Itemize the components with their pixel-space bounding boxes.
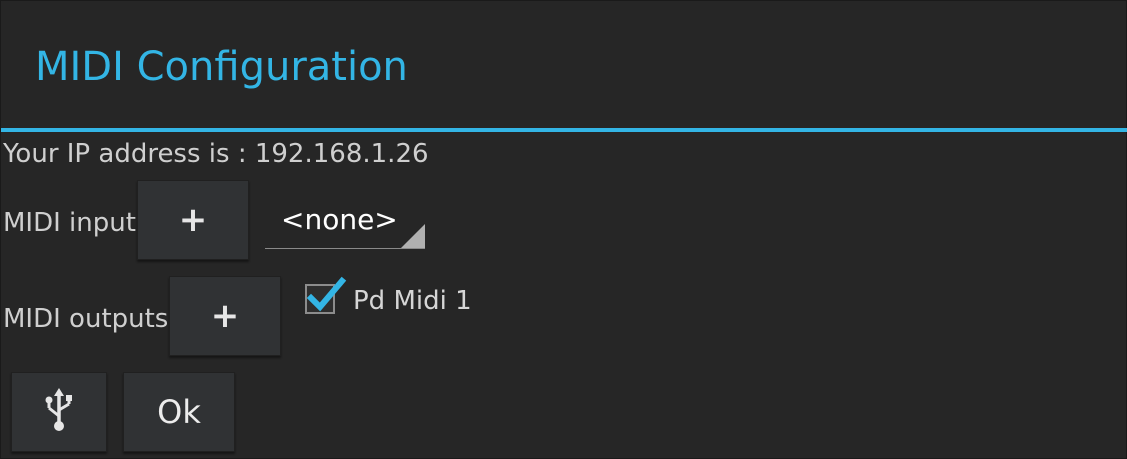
- dropdown-corner-arrow-icon: [401, 224, 425, 248]
- usb-button[interactable]: [11, 372, 107, 452]
- add-midi-output-button[interactable]: +: [169, 276, 281, 356]
- midi-configuration-dialog: MIDI Configuration Your IP address is : …: [0, 0, 1127, 459]
- midi-input-dropdown[interactable]: <none>: [265, 197, 425, 249]
- ok-button[interactable]: Ok: [123, 372, 235, 452]
- title-divider: [1, 128, 1127, 132]
- pd-midi-1-label: Pd Midi 1: [353, 286, 472, 316]
- add-midi-output-button-label: +: [210, 296, 240, 336]
- dialog-title: MIDI Configuration: [35, 44, 408, 90]
- midi-outputs-label: MIDI outputs: [3, 304, 169, 334]
- add-midi-input-button-label: +: [178, 200, 208, 240]
- pd-midi-1-checkbox[interactable]: [305, 276, 347, 314]
- usb-icon: [42, 388, 76, 436]
- midi-input-selected-value: <none>: [281, 203, 398, 236]
- midi-input-label: MIDI input: [3, 208, 136, 238]
- checkmark-icon: [306, 276, 347, 312]
- ip-address-text: Your IP address is : 192.168.1.26: [3, 139, 429, 169]
- ok-button-label: Ok: [157, 393, 201, 431]
- add-midi-input-button[interactable]: +: [137, 180, 249, 260]
